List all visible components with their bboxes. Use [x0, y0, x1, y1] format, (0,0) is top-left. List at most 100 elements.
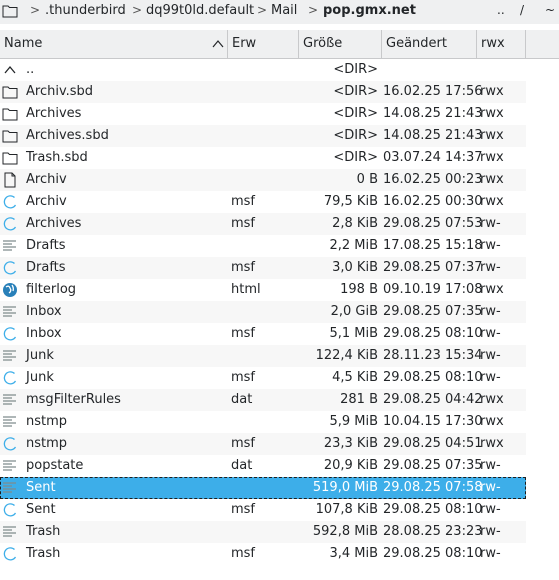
table-row[interactable]: Trash 592,8 MiB 28.08.25 23:23 rw-: [0, 521, 559, 543]
table-row[interactable]: Junk 122,4 KiB 28.11.23 15:34 rw-: [0, 345, 559, 367]
file-perms: rwx: [480, 282, 504, 297]
table-row[interactable]: Trash msf 3,4 MiB 29.08.25 08:10 rw-: [0, 543, 559, 565]
column-perms[interactable]: rwx: [477, 30, 526, 58]
column-name-label: Name: [4, 36, 43, 51]
table-row-selected[interactable]: Sent 519,0 MiB 29.08.25 07:58 rw-: [0, 477, 559, 499]
column-modified-label: Geändert: [386, 36, 447, 51]
text-icon: [3, 350, 16, 361]
table-row[interactable]: filterlog html 198 B 09.10.19 17:08 rwx: [0, 279, 559, 301]
file-name: Archives.sbd: [26, 128, 109, 143]
table-row[interactable]: nstmp msf 23,3 KiB 29.08.25 04:51 rwx: [0, 433, 559, 455]
table-row[interactable]: Archives.sbd <DIR> 14.08.25 21:43 rwx: [0, 125, 559, 147]
column-ext[interactable]: Erw: [228, 30, 299, 58]
file-modified: 29.08.25 07:37: [383, 260, 483, 275]
loading-icon: [3, 371, 17, 385]
file-size: 23,3 KiB: [323, 436, 378, 451]
table-row[interactable]: Inbox msf 5,1 MiB 29.08.25 08:10 rw-: [0, 323, 559, 345]
column-name[interactable]: Name: [0, 30, 228, 58]
text-icon: [3, 482, 16, 493]
column-header: Name Erw Größe Geändert rwx: [0, 30, 559, 59]
breadcrumb-item[interactable]: .thunderbird: [45, 3, 126, 18]
file-modified: 14.08.25 21:43: [383, 128, 483, 143]
file-modified: 17.08.25 15:18: [383, 238, 483, 253]
file-size: 5,9 MiB: [329, 414, 378, 429]
column-size-label: Größe: [303, 36, 343, 51]
file-size: 2,8 KiB: [332, 216, 378, 231]
file-perms: rwx: [480, 172, 504, 187]
file-perms: rw-: [480, 304, 501, 319]
text-icon: [3, 394, 16, 405]
table-row[interactable]: Archives msf 2,8 KiB 29.08.25 07:53 rw-: [0, 213, 559, 235]
breadcrumb-separator: >: [308, 3, 319, 17]
file-modified: 29.08.25 08:10: [383, 370, 483, 385]
table-row[interactable]: Archives <DIR> 14.08.25 21:43 rwx: [0, 103, 559, 125]
table-row[interactable]: msgFilterRules dat 281 B 29.08.25 04:42 rwx: [0, 389, 559, 411]
file-perms: rw-: [480, 524, 501, 539]
file-name: Inbox: [26, 304, 62, 319]
file-ext: msf: [231, 546, 256, 561]
table-row[interactable]: Sent msf 107,8 KiB 29.08.25 08:10 rw-: [0, 499, 559, 521]
folder-icon: [2, 130, 18, 143]
file-perms: rwx: [480, 436, 504, 451]
text-icon: [3, 526, 16, 537]
parent-dir-button[interactable]: ..: [497, 3, 505, 17]
table-row[interactable]: Archiv.sbd <DIR> 16.02.25 17:56 rwx: [0, 81, 559, 103]
table-row[interactable]: popstate dat 20,9 KiB 29.08.25 07:35 rw-: [0, 455, 559, 477]
file-name: Archiv: [26, 172, 67, 187]
table-row[interactable]: Archiv msf 79,5 KiB 16.02.25 00:30 rwx: [0, 191, 559, 213]
file-modified: 29.08.25 07:58: [383, 480, 483, 495]
breadcrumb: > .thunderbird > dq99t0ld.default > Mail…: [0, 0, 559, 24]
table-row[interactable]: Drafts 2,2 MiB 17.08.25 15:18 rw-: [0, 235, 559, 257]
root-dir-button[interactable]: /: [520, 3, 524, 17]
file-size: 592,8 MiB: [312, 524, 378, 539]
table-row[interactable]: Junk msf 4,5 KiB 29.08.25 08:10 rw-: [0, 367, 559, 389]
table-row[interactable]: Archiv 0 B 16.02.25 00:23 rwx: [0, 169, 559, 191]
file-name: nstmp: [26, 414, 68, 429]
file-name: popstate: [26, 458, 84, 473]
breadcrumb-item[interactable]: dq99t0ld.default: [146, 3, 254, 18]
table-row[interactable]: .. <DIR>: [0, 59, 559, 81]
table-row[interactable]: Drafts msf 3,0 KiB 29.08.25 07:37 rw-: [0, 257, 559, 279]
file-modified: 16.02.25 00:23: [383, 172, 483, 187]
loading-icon: [3, 503, 17, 517]
file-size: 3,4 MiB: [329, 546, 378, 561]
file-list[interactable]: .. <DIR> Archiv.sbd <DIR> 16.02.25 17:56 rwx A…: [0, 59, 559, 565]
file-modified: 28.08.25 23:23: [383, 524, 483, 539]
file-perms: rwx: [480, 84, 504, 99]
file-perms: rw-: [480, 238, 501, 253]
column-modified[interactable]: Geändert: [382, 30, 477, 58]
globe-icon: [3, 283, 17, 297]
file-name: Archives: [26, 216, 82, 231]
folder-icon: [2, 108, 18, 121]
file-modified: 29.08.25 07:53: [383, 216, 483, 231]
file-perms: rw-: [480, 458, 501, 473]
file-perms: rw-: [480, 216, 501, 231]
home-dir-button[interactable]: ~: [545, 3, 555, 17]
file-modified: 29.08.25 04:51: [383, 436, 483, 451]
breadcrumb-current[interactable]: pop.gmx.net: [323, 3, 416, 18]
file-perms: rwx: [480, 194, 504, 209]
table-row[interactable]: nstmp 5,9 MiB 10.04.15 17:30 rwx: [0, 411, 559, 433]
file-size: 3,0 KiB: [332, 260, 378, 275]
breadcrumb-item[interactable]: Mail: [271, 3, 297, 18]
file-modified: 16.02.25 17:56: [383, 84, 483, 99]
folder-icon: [2, 152, 18, 165]
file-perms: rw-: [480, 260, 501, 275]
file-ext: msf: [231, 194, 256, 209]
file-name: Drafts: [26, 238, 66, 253]
loading-icon: [3, 195, 17, 209]
loading-icon: [3, 327, 17, 341]
file-modified: 14.08.25 21:43: [383, 106, 483, 121]
table-row[interactable]: Inbox 2,0 GiB 29.08.25 07:35 rw-: [0, 301, 559, 323]
column-ext-label: Erw: [232, 36, 257, 51]
file-size: 198 B: [340, 282, 378, 297]
file-size: <DIR>: [333, 128, 378, 143]
file-perms: rwx: [480, 414, 504, 429]
column-size[interactable]: Größe: [299, 30, 382, 58]
file-name: Junk: [26, 348, 54, 363]
file-size: 79,5 KiB: [323, 194, 378, 209]
file-modified: 29.08.25 04:42: [383, 392, 483, 407]
folder-icon[interactable]: [2, 3, 18, 19]
loading-icon: [3, 217, 17, 231]
table-row[interactable]: Trash.sbd <DIR> 03.07.24 14:37 rwx: [0, 147, 559, 169]
